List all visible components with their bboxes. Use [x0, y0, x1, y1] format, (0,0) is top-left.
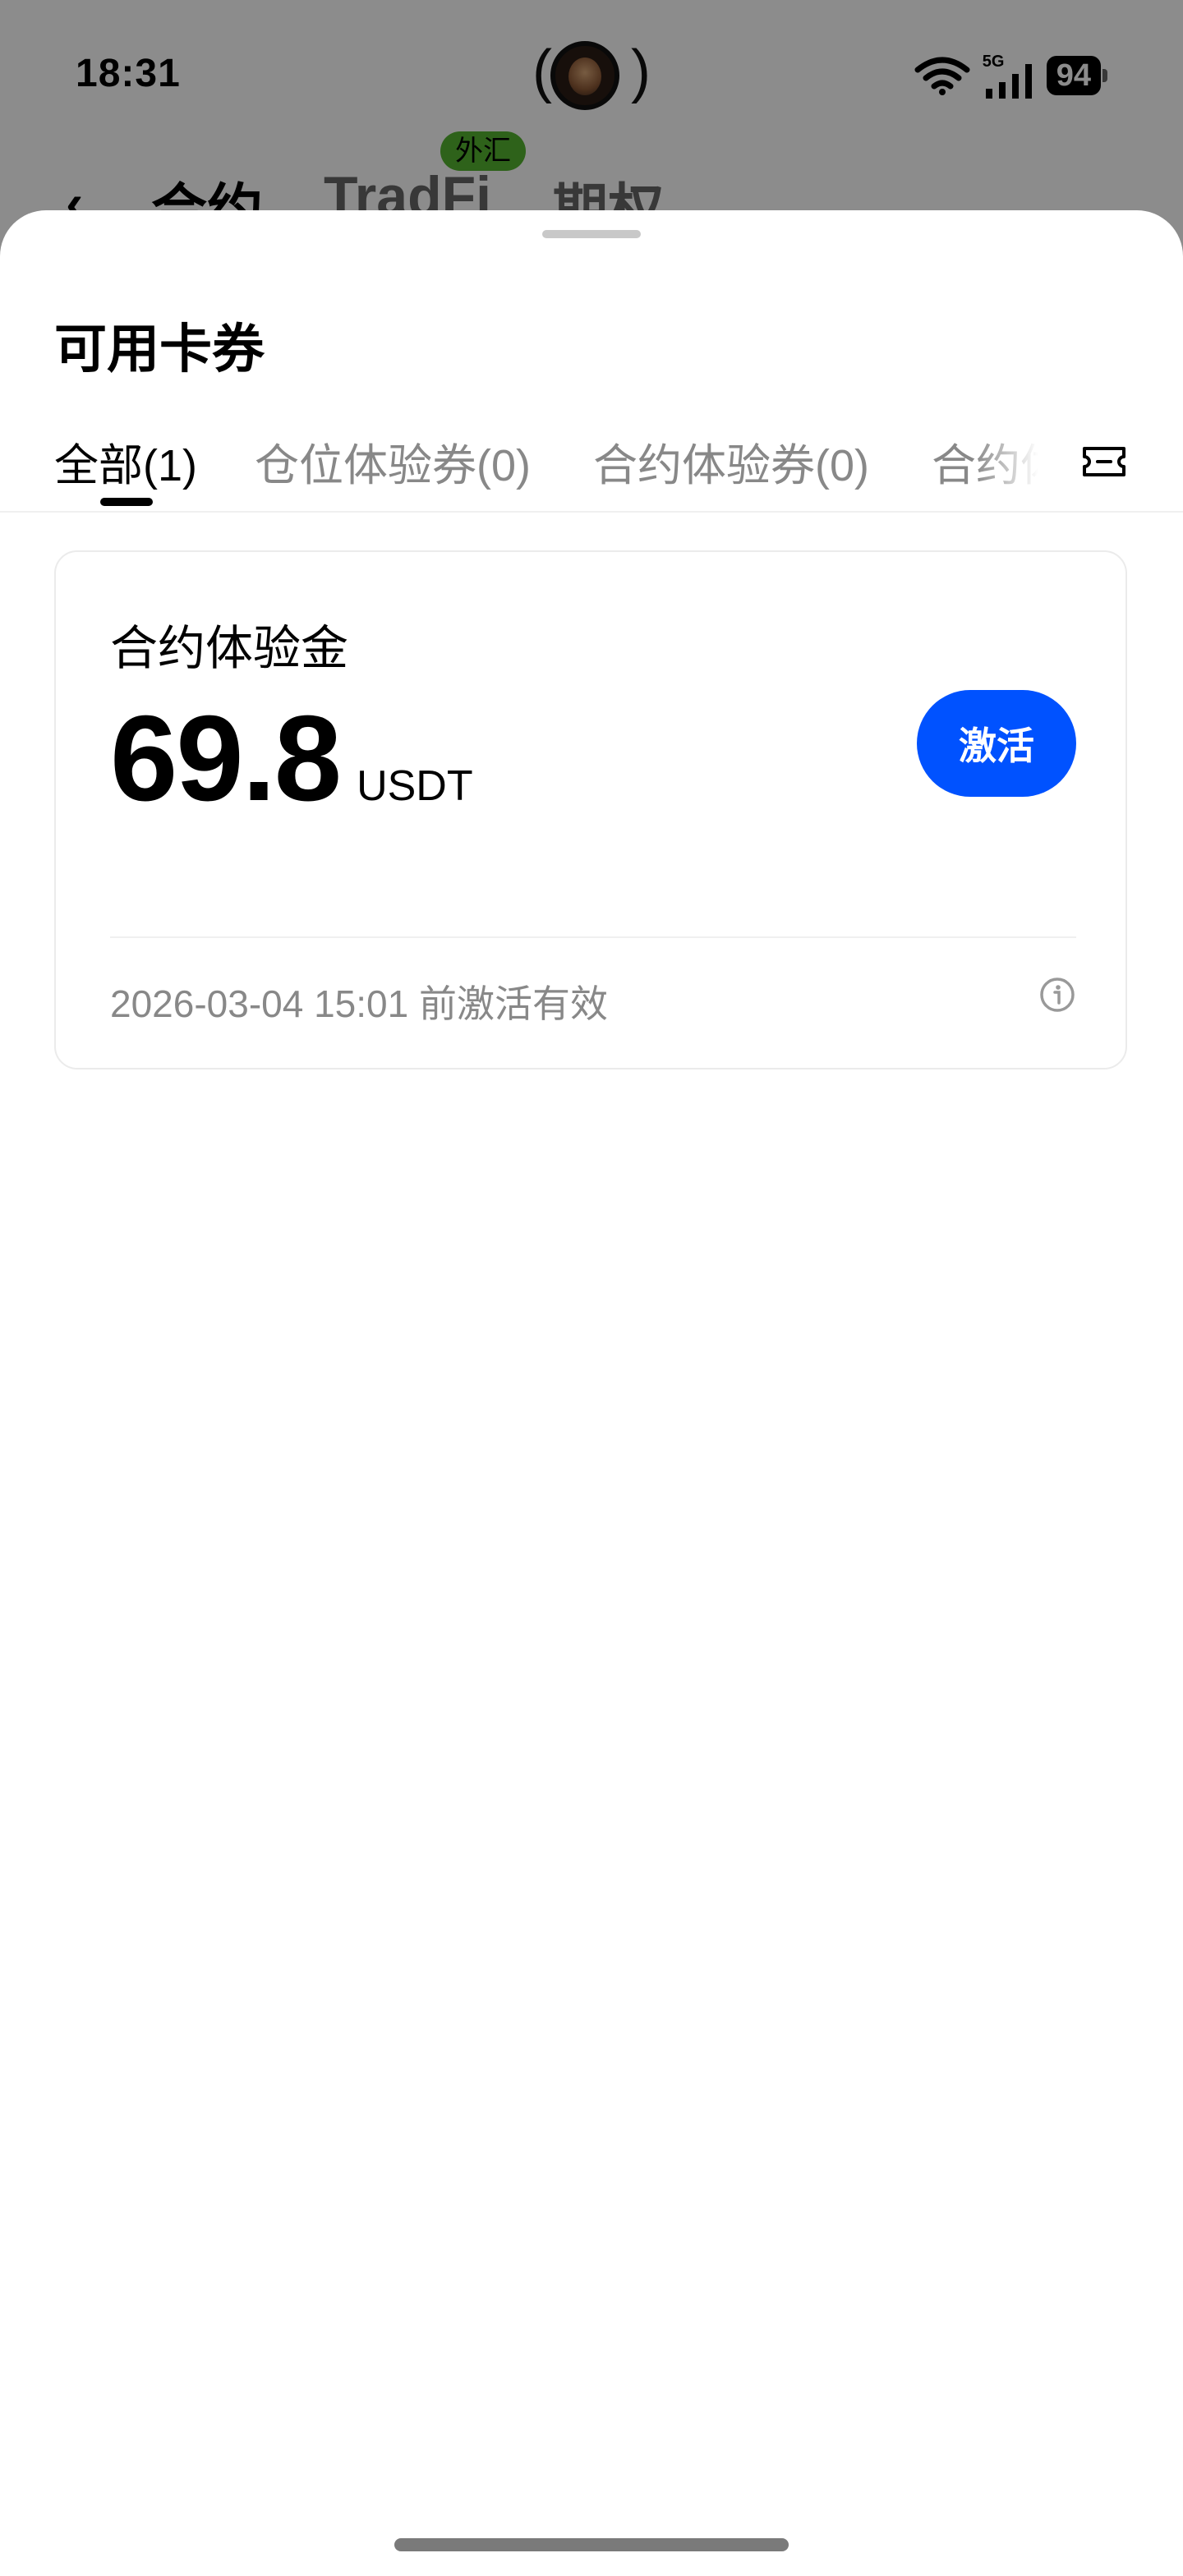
active-tab-indicator: [100, 498, 153, 506]
ticket-icon[interactable]: [1079, 437, 1129, 486]
home-indicator[interactable]: [394, 2538, 789, 2551]
coupon-tabs: 全部(1) 仓位体验券(0) 合约体验券(0) 合约体: [0, 429, 1183, 513]
coupon-expiry: 2026-03-04 15:01 前激活有效: [110, 982, 608, 1025]
coupon-amount-row: 69.8 USDT: [110, 698, 473, 820]
tab-all[interactable]: 全部(1): [54, 429, 197, 494]
coupon-title: 合约体验金: [110, 622, 349, 675]
coupons-sheet: 可用卡券 全部(1) 仓位体验券(0) 合约体验券(0) 合约体 合约体验金 6…: [0, 210, 1183, 2576]
coupon-unit: USDT: [357, 762, 473, 810]
tab-futures-voucher[interactable]: 合约体验券(0): [593, 429, 869, 494]
activate-button[interactable]: 激活: [917, 690, 1076, 797]
drag-handle[interactable]: [542, 230, 641, 238]
card-divider: [110, 936, 1076, 938]
tab-futures-more[interactable]: 合约体: [932, 429, 1038, 494]
info-icon[interactable]: [1038, 976, 1076, 1014]
tab-position-voucher[interactable]: 仓位体验券(0): [255, 429, 531, 494]
coupon-amount: 69.8: [110, 691, 342, 826]
coupon-card: 合约体验金 69.8 USDT 激活 2026-03-04 15:01 前激活有…: [54, 550, 1127, 1070]
sheet-title: 可用卡券: [54, 320, 265, 379]
